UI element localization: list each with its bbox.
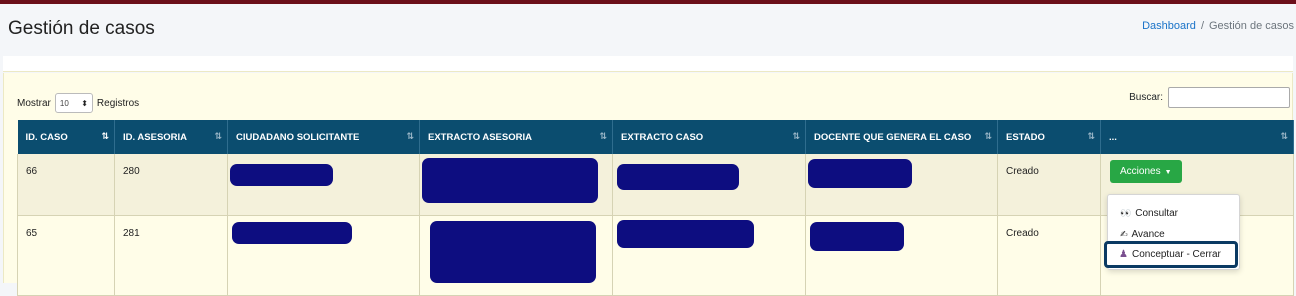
show-label: Mostrar	[17, 97, 51, 109]
cell-ciudadano	[227, 215, 420, 296]
redacted-block	[810, 222, 904, 251]
table-header-row: ID. CASO ⇅ ID. ASESORIA ⇅ CIUDADANO SOLICI…	[17, 120, 1294, 154]
eyes-icon: 👀	[1120, 207, 1132, 218]
sort-icon: ⇅	[1280, 131, 1287, 141]
menu-item-label: Conceptuar - Cerrar	[1131, 249, 1221, 260]
cell-ciudadano	[227, 154, 420, 216]
sort-icon: ⇅	[406, 131, 413, 141]
breadcrumb: Dashboard / Gestión de casos	[1142, 20, 1294, 32]
menu-item-label: Avance	[1131, 228, 1165, 240]
column-header-id-asesoria[interactable]: ID. ASESORIA ⇅	[114, 120, 228, 154]
column-header-extracto-asesoria[interactable]: EXTRACTO ASESORIA ⇅	[419, 120, 613, 154]
page-length-select[interactable]: 10 ⬍	[54, 93, 93, 113]
writing-hand-icon: ✍	[1120, 228, 1128, 239]
cell-extracto-asesoria	[419, 154, 613, 216]
content-header: Gestión de casos Dashboard / Gestión de ca…	[0, 4, 1296, 56]
cell-extracto-caso	[612, 215, 806, 296]
column-header-id-caso[interactable]: ID. CASO ⇅	[17, 120, 115, 154]
cases-table: ID. CASO ⇅ ID. ASESORIA ⇅ CIUDADANO SOLICI…	[17, 120, 1294, 296]
breadcrumb-separator: /	[1200, 20, 1204, 32]
sort-icon: ⇅	[214, 131, 221, 141]
redacted-block	[808, 159, 912, 188]
page-title: Gestión de casos	[8, 18, 155, 39]
records-label: Registros	[96, 97, 140, 109]
column-header-ciudadano[interactable]: CIUDADANO SOLICITANTE ⇅	[227, 120, 420, 154]
cell-estado: Creado	[997, 215, 1101, 296]
breadcrumb-current: Gestión de casos	[1209, 20, 1294, 32]
redacted-block	[422, 158, 598, 203]
column-header-actions[interactable]: ... ⇅	[1100, 120, 1294, 154]
sort-icon: ⇅	[1087, 131, 1094, 141]
person-icon: ♟	[1119, 249, 1128, 260]
search-control: Buscar:	[1129, 87, 1290, 108]
breadcrumb-dashboard-link[interactable]: Dashboard	[1142, 20, 1196, 32]
select-updown-icon: ⬍	[81, 98, 88, 108]
cell-id-asesoria: 281	[114, 215, 228, 296]
sort-icon: ⇅	[984, 131, 991, 141]
cell-id-caso: 65	[17, 215, 115, 296]
redacted-block	[230, 164, 333, 186]
redacted-block	[430, 221, 596, 283]
actions-dropdown-button[interactable]: Acciones ▼	[1110, 160, 1182, 183]
column-header-extracto-caso[interactable]: EXTRACTO CASO ⇅	[612, 120, 806, 154]
menu-item-conceptuar-cerrar[interactable]: ♟ Conceptuar - Cerrar	[1104, 241, 1238, 268]
menu-item-label: Consultar	[1135, 207, 1179, 219]
redacted-block	[617, 164, 739, 190]
cell-estado: Creado	[997, 154, 1101, 216]
cell-id-caso: 66	[17, 154, 115, 216]
table-row: 65 281 Creado	[17, 215, 1294, 296]
search-label: Buscar:	[1129, 92, 1163, 103]
page-length-value: 10	[59, 98, 69, 108]
page-length-control: Mostrar 10 ⬍ Registros	[17, 93, 139, 113]
caret-down-icon: ▼	[1164, 169, 1172, 176]
sort-desc-icon: ⇅	[101, 131, 108, 141]
column-header-docente[interactable]: DOCENTE QUE GENERA EL CASO ⇅	[805, 120, 998, 154]
search-input[interactable]	[1168, 87, 1290, 108]
redacted-block	[617, 220, 754, 248]
cell-id-asesoria: 280	[114, 154, 228, 216]
cell-docente	[805, 215, 998, 296]
menu-item-consultar[interactable]: 👀 Consultar	[1108, 203, 1239, 223]
cell-extracto-caso	[612, 154, 806, 216]
cases-card: Mostrar 10 ⬍ Registros Buscar: ID. CASO ⇅…	[3, 73, 1294, 296]
table-row: 66 280 Creado Acciones ▼	[17, 154, 1294, 216]
sort-icon: ⇅	[792, 131, 799, 141]
sort-icon: ⇅	[599, 131, 606, 141]
cell-extracto-asesoria	[419, 215, 613, 296]
card-top-strip	[3, 56, 1293, 72]
redacted-block	[232, 222, 352, 244]
column-header-estado[interactable]: ESTADO ⇅	[997, 120, 1101, 154]
cell-docente	[805, 154, 998, 216]
